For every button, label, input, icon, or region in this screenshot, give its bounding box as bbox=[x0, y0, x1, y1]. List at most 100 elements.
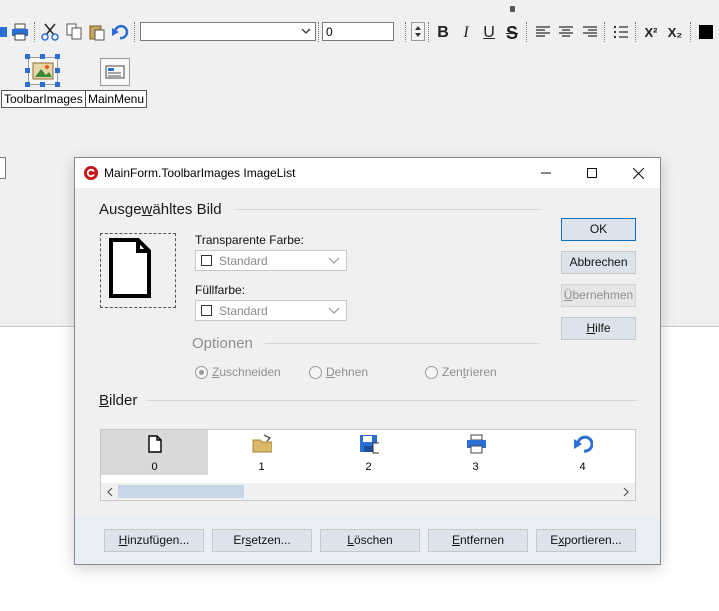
radio-label: rieren bbox=[466, 365, 497, 379]
button-label: ilfe bbox=[595, 321, 611, 335]
chevron-down-icon bbox=[328, 307, 340, 314]
chevron-down-icon bbox=[301, 28, 311, 34]
selection-handle[interactable] bbox=[25, 82, 30, 87]
list-item[interactable]: 4 bbox=[529, 430, 636, 475]
transparent-color-combo[interactable]: Standard bbox=[195, 250, 347, 271]
selection-handle[interactable] bbox=[55, 54, 60, 59]
button-label: öschen bbox=[353, 533, 393, 547]
button-label: inzufügen... bbox=[127, 533, 190, 547]
align-center-icon[interactable] bbox=[556, 22, 576, 42]
dialog-title: MainForm.ToolbarImages ImageList bbox=[104, 166, 296, 180]
maximize-button[interactable] bbox=[569, 158, 615, 188]
undo-icon[interactable] bbox=[110, 22, 130, 42]
cancel-button[interactable]: Abbrechen bbox=[561, 251, 636, 274]
minimize-icon bbox=[541, 172, 551, 174]
bold-icon[interactable]: B bbox=[433, 23, 453, 43]
fill-color-combo[interactable]: Standard bbox=[195, 300, 347, 321]
size-spinner[interactable] bbox=[411, 22, 425, 41]
maximize-icon bbox=[587, 168, 597, 178]
radio-accel: D bbox=[326, 365, 335, 379]
options-group-title: Optionen bbox=[192, 335, 253, 352]
close-icon bbox=[632, 167, 644, 179]
selection-handle[interactable] bbox=[40, 82, 45, 87]
image-list-view[interactable]: 0 1 2 3 4 bbox=[100, 429, 636, 501]
font-name-combo[interactable] bbox=[140, 22, 316, 41]
button-accel: H bbox=[586, 321, 596, 335]
color-swatch-icon[interactable] bbox=[696, 22, 716, 42]
group-divider bbox=[235, 209, 541, 210]
app-logo-icon bbox=[83, 165, 99, 184]
align-right-icon[interactable] bbox=[580, 22, 600, 42]
paste-icon[interactable] bbox=[87, 22, 107, 42]
list-item[interactable]: 0 bbox=[101, 430, 208, 475]
group-title-part: Ausge bbox=[99, 201, 142, 218]
group-divider bbox=[265, 343, 539, 344]
selection-handle[interactable] bbox=[25, 54, 30, 59]
print-icon[interactable] bbox=[10, 22, 30, 42]
remove-button[interactable]: Entfernen bbox=[428, 529, 528, 552]
selection-handle[interactable] bbox=[25, 68, 30, 73]
undo-icon bbox=[574, 435, 593, 453]
ide-left-edge-control[interactable] bbox=[0, 157, 6, 179]
image-index: 3 bbox=[472, 461, 479, 473]
selection-handle[interactable] bbox=[55, 82, 60, 87]
list-item[interactable]: 2 bbox=[315, 430, 422, 475]
align-left-icon[interactable] bbox=[533, 22, 553, 42]
toolbar-separator bbox=[690, 22, 692, 42]
radio-center[interactable]: Zentrieren bbox=[425, 365, 497, 379]
image-index: 0 bbox=[151, 461, 158, 473]
add-button[interactable]: Hinzufügen... bbox=[104, 529, 204, 552]
replace-button[interactable]: Ersetzen... bbox=[212, 529, 312, 552]
button-label: etzen... bbox=[251, 533, 291, 547]
cut-icon[interactable] bbox=[40, 22, 60, 42]
chevron-left-icon[interactable] bbox=[106, 487, 113, 497]
selection-handle[interactable] bbox=[40, 54, 45, 59]
radio-stretch[interactable]: Dehnen bbox=[309, 365, 368, 379]
subscript-icon[interactable]: X₂ bbox=[665, 23, 685, 43]
font-size-combo[interactable]: 0 bbox=[322, 22, 394, 41]
save-disk-icon bbox=[360, 435, 379, 454]
radio-label: ehnen bbox=[334, 365, 369, 379]
group-title-part: ilder bbox=[109, 392, 138, 409]
radio-crop[interactable]: Zuschneiden bbox=[195, 365, 281, 379]
minimize-button[interactable] bbox=[523, 158, 569, 188]
radio-circle bbox=[309, 366, 322, 379]
close-button[interactable] bbox=[615, 158, 661, 188]
button-label: Er bbox=[233, 533, 246, 547]
image-index: 1 bbox=[258, 461, 265, 473]
delete-button[interactable]: Löschen bbox=[320, 529, 420, 552]
scrollbar-thumb[interactable] bbox=[118, 485, 244, 498]
radio-circle bbox=[195, 366, 208, 379]
button-accel: H bbox=[118, 533, 128, 547]
font-size-value: 0 bbox=[326, 25, 333, 39]
strikethrough-icon[interactable]: S bbox=[502, 23, 522, 43]
imagelist-component-icon[interactable] bbox=[28, 57, 58, 85]
mainmenu-component-icon[interactable] bbox=[100, 58, 130, 86]
radio-circle bbox=[425, 366, 438, 379]
help-button[interactable]: Hilfe bbox=[561, 317, 636, 340]
color-swatch bbox=[201, 255, 212, 266]
print-icon bbox=[467, 434, 486, 454]
superscript-icon[interactable]: X² bbox=[641, 23, 661, 43]
chevron-down-icon bbox=[328, 257, 340, 264]
format-toolbar: 0 B I U S X² X₂ bbox=[0, 18, 719, 46]
list-item[interactable]: 1 bbox=[208, 430, 315, 475]
horizontal-scrollbar[interactable] bbox=[101, 483, 635, 500]
chevron-right-icon[interactable] bbox=[623, 487, 630, 497]
export-button[interactable]: Exportieren... bbox=[536, 529, 636, 552]
title-bar[interactable]: MainForm.ToolbarImages ImageList bbox=[75, 158, 660, 188]
underline-icon[interactable]: U bbox=[479, 23, 499, 43]
small-pin-icon bbox=[510, 6, 515, 12]
copy-icon[interactable] bbox=[64, 22, 84, 42]
group-divider bbox=[147, 400, 637, 401]
apply-button[interactable]: Übernehmen bbox=[561, 284, 636, 307]
bullet-list-icon[interactable] bbox=[611, 22, 631, 42]
selected-image-group-title: Ausgewähltes Bild bbox=[99, 201, 222, 218]
imagelist-editor-dialog: MainForm.ToolbarImages ImageList Ausgewä… bbox=[74, 157, 661, 565]
dialog-footer: Hinzufügen... Ersetzen... Löschen Entfer… bbox=[75, 516, 660, 564]
selection-handle[interactable] bbox=[55, 68, 60, 73]
italic-icon[interactable]: I bbox=[456, 23, 476, 43]
toolbar-separator bbox=[405, 22, 407, 42]
ok-button[interactable]: OK bbox=[561, 218, 636, 241]
list-item[interactable]: 3 bbox=[422, 430, 529, 475]
